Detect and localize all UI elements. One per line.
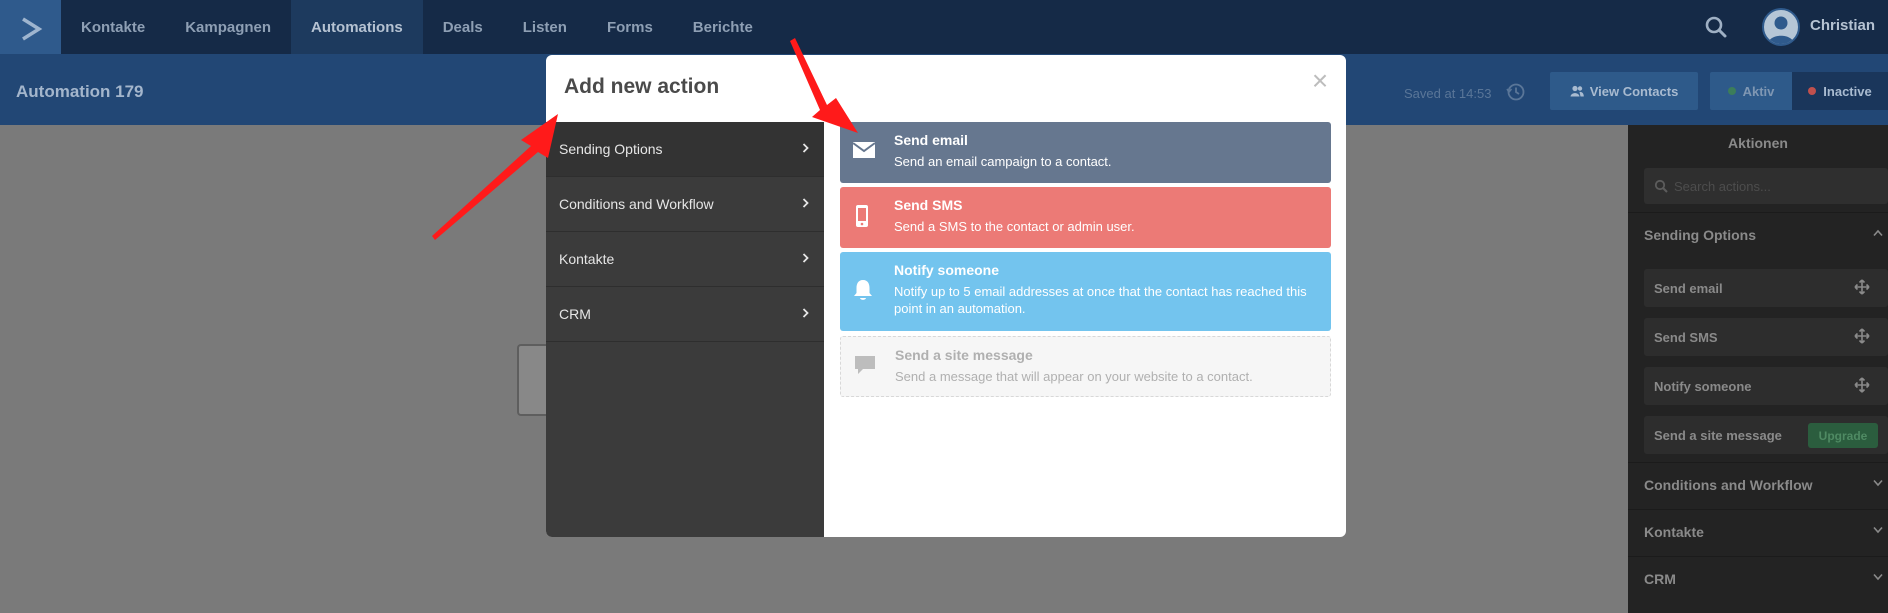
action-title: Send a site message: [895, 347, 1033, 363]
panel-section-label: Conditions and Workflow: [1644, 476, 1813, 493]
modal-title: Add new action: [564, 75, 720, 98]
chevron-right-icon: [802, 253, 809, 263]
action-title: Send SMS: [894, 197, 963, 213]
actions-panel-title: Aktionen: [1728, 135, 1788, 151]
category-crm[interactable]: CRM: [546, 287, 824, 342]
actions-search: [1644, 168, 1888, 204]
aktiv-toggle[interactable]: Aktiv: [1710, 72, 1792, 110]
panel-section-label: Kontakte: [1644, 523, 1704, 540]
nav-item-kampagnen[interactable]: Kampagnen: [165, 0, 291, 54]
panel-item-send-sms[interactable]: Send SMS: [1644, 318, 1888, 356]
actions-panel: Aktionen Sending Options Send email Send…: [1628, 125, 1888, 613]
automation-node: [517, 344, 547, 416]
nav-item-automations[interactable]: Automations: [291, 0, 423, 54]
inactive-label: Inactive: [1823, 83, 1872, 99]
panel-item-label: Send a site message: [1654, 427, 1782, 443]
category-label: Sending Options: [559, 141, 663, 157]
upgrade-button[interactable]: Upgrade: [1808, 423, 1878, 448]
nav-item-listen[interactable]: Listen: [503, 0, 587, 54]
chevron-right-icon: [802, 198, 809, 208]
modal-category-nav: Sending Options Conditions and Workflow …: [546, 122, 824, 537]
panel-section-conditions-workflow[interactable]: Conditions and Workflow: [1628, 462, 1888, 506]
panel-item-send-site-message[interactable]: Send a site message Upgrade: [1644, 416, 1888, 454]
view-contacts-label: View Contacts: [1589, 83, 1679, 99]
users-icon: [1570, 85, 1584, 97]
panel-item-send-email[interactable]: Send email: [1644, 269, 1888, 307]
category-label: Conditions and Workflow: [559, 196, 714, 212]
avatar[interactable]: [1762, 8, 1800, 46]
panel-section-crm[interactable]: CRM: [1628, 556, 1888, 600]
category-sending-options[interactable]: Sending Options: [546, 122, 824, 177]
move-icon[interactable]: [1854, 279, 1870, 295]
search-icon: [1654, 179, 1668, 193]
user-name[interactable]: Christian: [1810, 17, 1875, 34]
nav-item-deals[interactable]: Deals: [423, 0, 503, 54]
category-label: CRM: [559, 306, 591, 322]
action-description: Send a SMS to the contact or admin user.: [894, 219, 1135, 234]
nav-item-berichte[interactable]: Berichte: [673, 0, 773, 54]
user-silhouette-icon: [1768, 16, 1794, 44]
nav-item-forms[interactable]: Forms: [587, 0, 673, 54]
panel-item-label: Notify someone: [1654, 378, 1752, 394]
action-description: Notify up to 5 email addresses at once t…: [894, 284, 1307, 316]
add-action-modal: Add new action × Sending Options Conditi…: [546, 55, 1346, 537]
history-icon[interactable]: [1505, 81, 1527, 103]
inactive-dot-icon: [1808, 87, 1817, 95]
panel-section-label: CRM: [1644, 570, 1676, 587]
logo[interactable]: [0, 0, 61, 58]
page-title: Automation 179: [16, 82, 144, 101]
search-icon[interactable]: [1703, 14, 1729, 40]
action-title: Notify someone: [894, 262, 1000, 278]
chevron-down-icon: [1873, 479, 1883, 487]
action-send-email[interactable]: Send email Send an email campaign to a c…: [840, 122, 1331, 183]
chevron-up-icon: [1873, 229, 1883, 237]
logo-chevron-icon: [21, 17, 42, 41]
panel-item-label: Send email: [1654, 280, 1723, 296]
action-description: Send an email campaign to a contact.: [894, 154, 1112, 169]
action-notify-someone[interactable]: Notify someone Notify up to 5 email addr…: [840, 252, 1331, 331]
close-icon[interactable]: ×: [1308, 67, 1332, 95]
inactive-toggle[interactable]: Inactive: [1792, 72, 1888, 110]
category-label: Kontakte: [559, 251, 615, 267]
chat-icon: [855, 356, 875, 374]
move-icon[interactable]: [1854, 328, 1870, 344]
panel-section-sending-options[interactable]: Sending Options: [1628, 212, 1888, 256]
action-description: Send a message that will appear on your …: [895, 369, 1253, 384]
chevron-down-icon: [1873, 526, 1883, 534]
aktiv-label: Aktiv: [1742, 83, 1775, 99]
phone-icon: [856, 205, 868, 227]
panel-section-kontakte[interactable]: Kontakte: [1628, 509, 1888, 553]
panel-section-label: Sending Options: [1644, 226, 1756, 243]
envelope-icon: [852, 142, 876, 158]
chevron-right-icon: [802, 143, 809, 153]
action-title: Send email: [894, 132, 968, 148]
view-contacts-button[interactable]: View Contacts: [1550, 72, 1698, 110]
saved-status: Saved at 14:53: [1404, 86, 1492, 101]
nav-items: Kontakte Kampagnen Automations Deals Lis…: [61, 0, 773, 54]
panel-item-notify-someone[interactable]: Notify someone: [1644, 367, 1888, 405]
actions-search-input[interactable]: [1674, 178, 1874, 194]
category-conditions-workflow[interactable]: Conditions and Workflow: [546, 177, 824, 232]
action-send-sms[interactable]: Send SMS Send a SMS to the contact or ad…: [840, 187, 1331, 248]
category-kontakte[interactable]: Kontakte: [546, 232, 824, 287]
chevron-down-icon: [1873, 573, 1883, 581]
top-nav: Kontakte Kampagnen Automations Deals Lis…: [0, 0, 1888, 58]
action-send-site-message[interactable]: Send a site message Send a message that …: [840, 336, 1331, 397]
nav-item-kontakte[interactable]: Kontakte: [61, 0, 165, 54]
move-icon[interactable]: [1854, 377, 1870, 393]
panel-item-label: Send SMS: [1654, 329, 1718, 345]
aktiv-dot-icon: [1727, 87, 1736, 95]
bell-icon: [854, 280, 872, 300]
chevron-right-icon: [802, 308, 809, 318]
